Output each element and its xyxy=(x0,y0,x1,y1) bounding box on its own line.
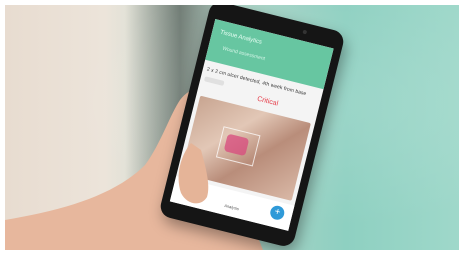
photo: Tissue Analytics Wound assessment 2 x 2 … xyxy=(5,5,459,250)
footer-left-text: Wound xyxy=(179,183,193,192)
camera-icon xyxy=(302,29,308,35)
status-label: Critical xyxy=(256,95,279,108)
tag-pill xyxy=(203,76,225,86)
footer-right-text: Analysis xyxy=(223,202,240,212)
app-subtitle: Wound assessment xyxy=(221,45,266,63)
app-title: Tissue Analytics xyxy=(219,29,263,46)
app-bar: Tissue Analytics Wound assessment xyxy=(205,19,334,90)
add-button[interactable]: + xyxy=(268,204,286,222)
detection-box xyxy=(215,126,261,167)
